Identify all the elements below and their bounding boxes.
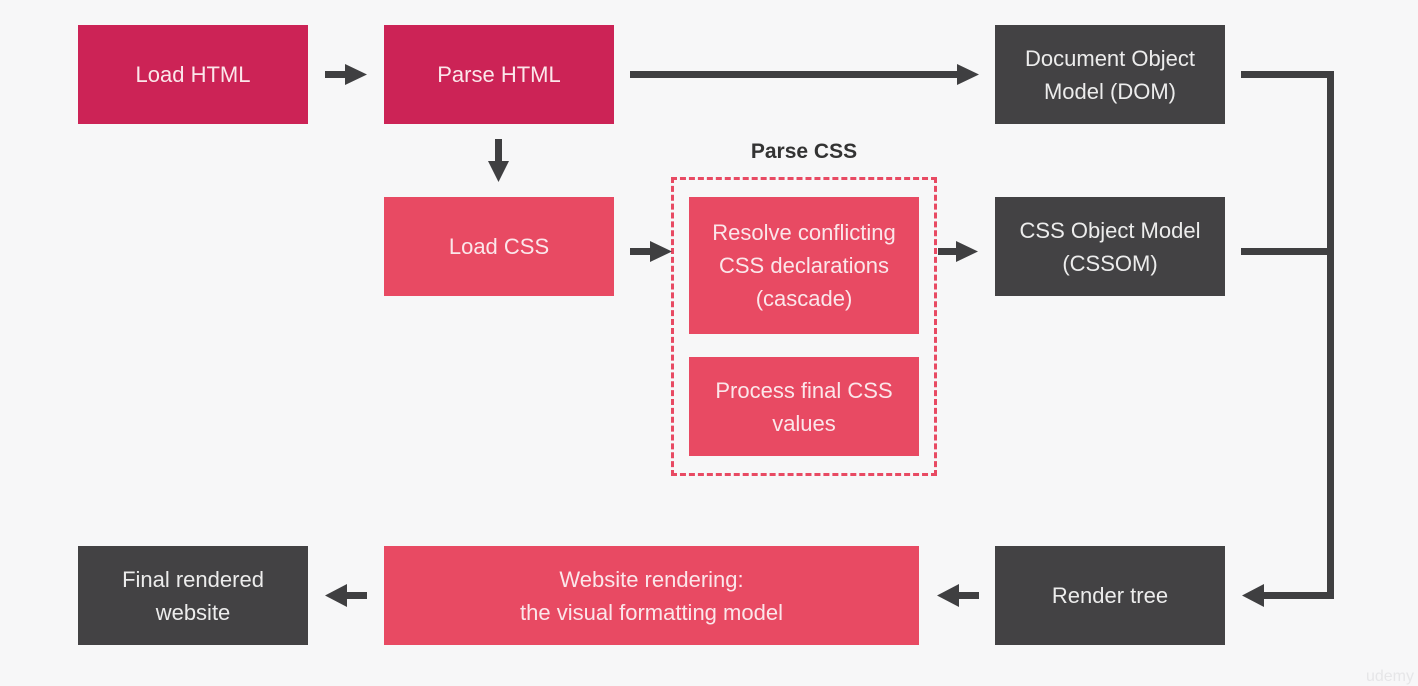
arrow-load-css-to-parse-css [630, 241, 672, 262]
arrow-load-html-to-parse-html [325, 64, 367, 85]
arrow-render-tree-to-website-rendering [937, 584, 979, 607]
watermark-logo: udemy [1365, 668, 1414, 685]
arrow-parse-html-to-dom [630, 64, 979, 85]
arrow-parse-html-to-load-css [488, 139, 509, 182]
arrow-parse-css-to-cssom [938, 241, 978, 262]
arrows-layer [325, 64, 1334, 607]
arrow-website-rendering-to-final [325, 584, 367, 607]
connector-dom-cssom-to-render-tree [1241, 71, 1334, 607]
